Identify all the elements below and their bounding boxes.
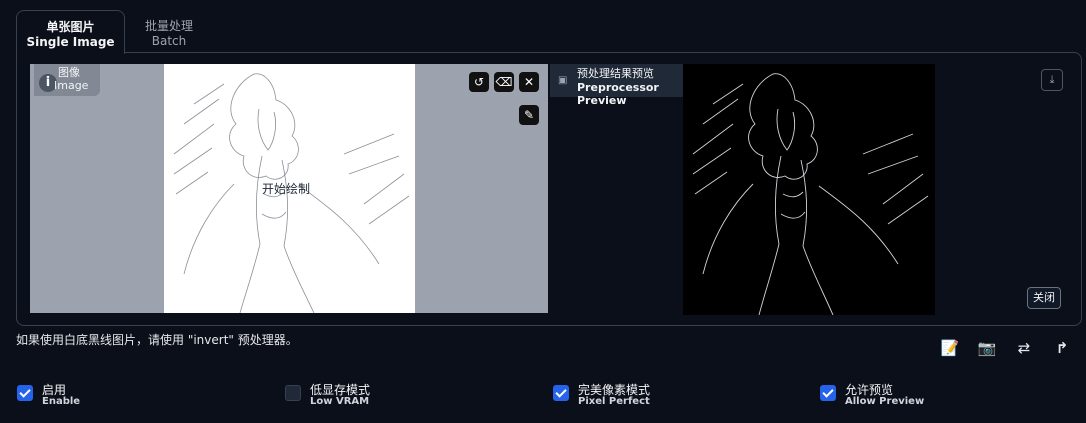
- close-icon[interactable]: ✕: [519, 72, 539, 92]
- camera-icon[interactable]: 📷: [976, 338, 998, 358]
- low-vram-checkbox[interactable]: [285, 385, 301, 401]
- preview-label: ▣ 预处理结果预览 Preprocessor Preview: [550, 64, 698, 107]
- swap-icon[interactable]: ⇄: [1013, 338, 1035, 358]
- download-icon[interactable]: ⤓: [1041, 69, 1063, 91]
- tab-label-zh: 单张图片: [46, 20, 95, 34]
- undo-icon[interactable]: ↺: [469, 72, 489, 92]
- preprocessor-preview-image: [683, 64, 935, 315]
- enable-checkbox[interactable]: [17, 385, 33, 401]
- allow-preview-checkbox[interactable]: [820, 385, 836, 401]
- tab-label-en: Single Image: [26, 35, 115, 49]
- tab-label-zh: 批量处理: [144, 19, 193, 33]
- image-label-zh: 图像: [58, 66, 80, 79]
- invert-hint-text: 如果使用白底黑线图片，请使用 "invert" 预处理器。: [16, 333, 298, 347]
- option-label-en: Enable: [42, 396, 81, 407]
- option-label-en: Low VRAM: [310, 396, 370, 407]
- preview-label-zh: 预处理结果预览: [577, 67, 654, 80]
- brush-icon[interactable]: ✎: [519, 105, 539, 125]
- image-canvas[interactable]: 开始绘制: [30, 64, 548, 313]
- image-icon: ▣: [558, 75, 568, 86]
- tab-single-image[interactable]: 单张图片 Single Image: [16, 10, 125, 54]
- tab-label-en: Batch: [151, 34, 187, 48]
- image-label: i 图像 Image: [34, 64, 100, 96]
- option-label-en: Allow Preview: [845, 396, 925, 407]
- tab-batch[interactable]: 批量处理 Batch: [124, 10, 214, 53]
- pixel-perfect-checkbox[interactable]: [553, 385, 569, 401]
- image-label-en: Image: [54, 79, 89, 92]
- edit-icon[interactable]: 📝: [939, 338, 961, 358]
- close-preview-button[interactable]: 关闭: [1027, 287, 1061, 309]
- option-label-en: Pixel Perfect: [578, 396, 650, 407]
- preview-label-en: Preprocessor Preview: [577, 81, 659, 107]
- start-drawing-text: 开始绘制: [262, 182, 311, 196]
- eraser-icon[interactable]: ⌫: [494, 72, 514, 92]
- send-up-icon[interactable]: ↱: [1051, 338, 1073, 358]
